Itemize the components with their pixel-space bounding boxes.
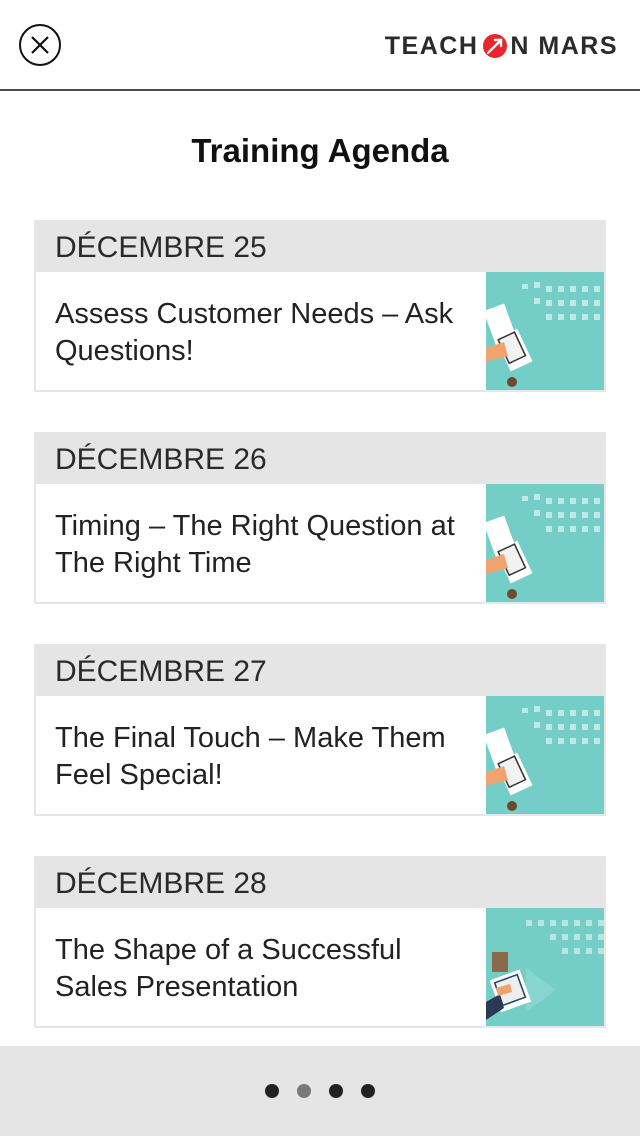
agenda-card[interactable]: DÉCEMBRE 26 Timing – The Right Question …	[34, 432, 606, 604]
agenda-card[interactable]: DÉCEMBRE 25 Assess Customer Needs – Ask …	[34, 220, 606, 392]
card-title: The Final Touch – Make Them Feel Special…	[55, 722, 446, 791]
agenda-card[interactable]: DÉCEMBRE 27 The Final Touch – Make Them …	[34, 644, 606, 816]
card-title: The Shape of a Successful Sales Presenta…	[55, 934, 402, 1003]
page-dot-2-active[interactable]	[297, 1084, 311, 1098]
brand-logo: TEACH N MARS	[385, 30, 618, 62]
page-dot-3[interactable]	[329, 1084, 343, 1098]
card-date: DÉCEMBRE 25	[36, 222, 604, 272]
card-thumbnail	[486, 908, 604, 1026]
card-thumbnail	[486, 272, 604, 390]
top-bar: TEACH N MARS	[0, 0, 640, 91]
agenda-card[interactable]: DÉCEMBRE 28 The Shape of a Successful Sa…	[34, 856, 606, 1028]
card-date: DÉCEMBRE 26	[36, 434, 604, 484]
page-title: Training Agenda	[191, 132, 449, 169]
card-thumbnail	[486, 484, 604, 602]
card-date: DÉCEMBRE 28	[36, 858, 604, 908]
page-dot-4[interactable]	[361, 1084, 375, 1098]
rocket-icon	[483, 34, 508, 58]
card-thumbnail	[486, 696, 604, 814]
card-date: DÉCEMBRE 27	[36, 646, 604, 696]
close-button[interactable]	[19, 24, 61, 66]
agenda-list: DÉCEMBRE 25 Assess Customer Needs – Ask …	[34, 220, 606, 1068]
pagination-bar	[0, 1046, 640, 1136]
card-title: Timing – The Right Question at The Right…	[55, 510, 455, 579]
page-dot-1[interactable]	[265, 1084, 279, 1098]
close-icon	[31, 36, 49, 54]
pagination-dots	[0, 1084, 640, 1098]
logo-text-right: N MARS	[510, 31, 618, 60]
logo-text-left: TEACH	[384, 31, 479, 60]
card-title: Assess Customer Needs – Ask Questions!	[55, 298, 454, 367]
